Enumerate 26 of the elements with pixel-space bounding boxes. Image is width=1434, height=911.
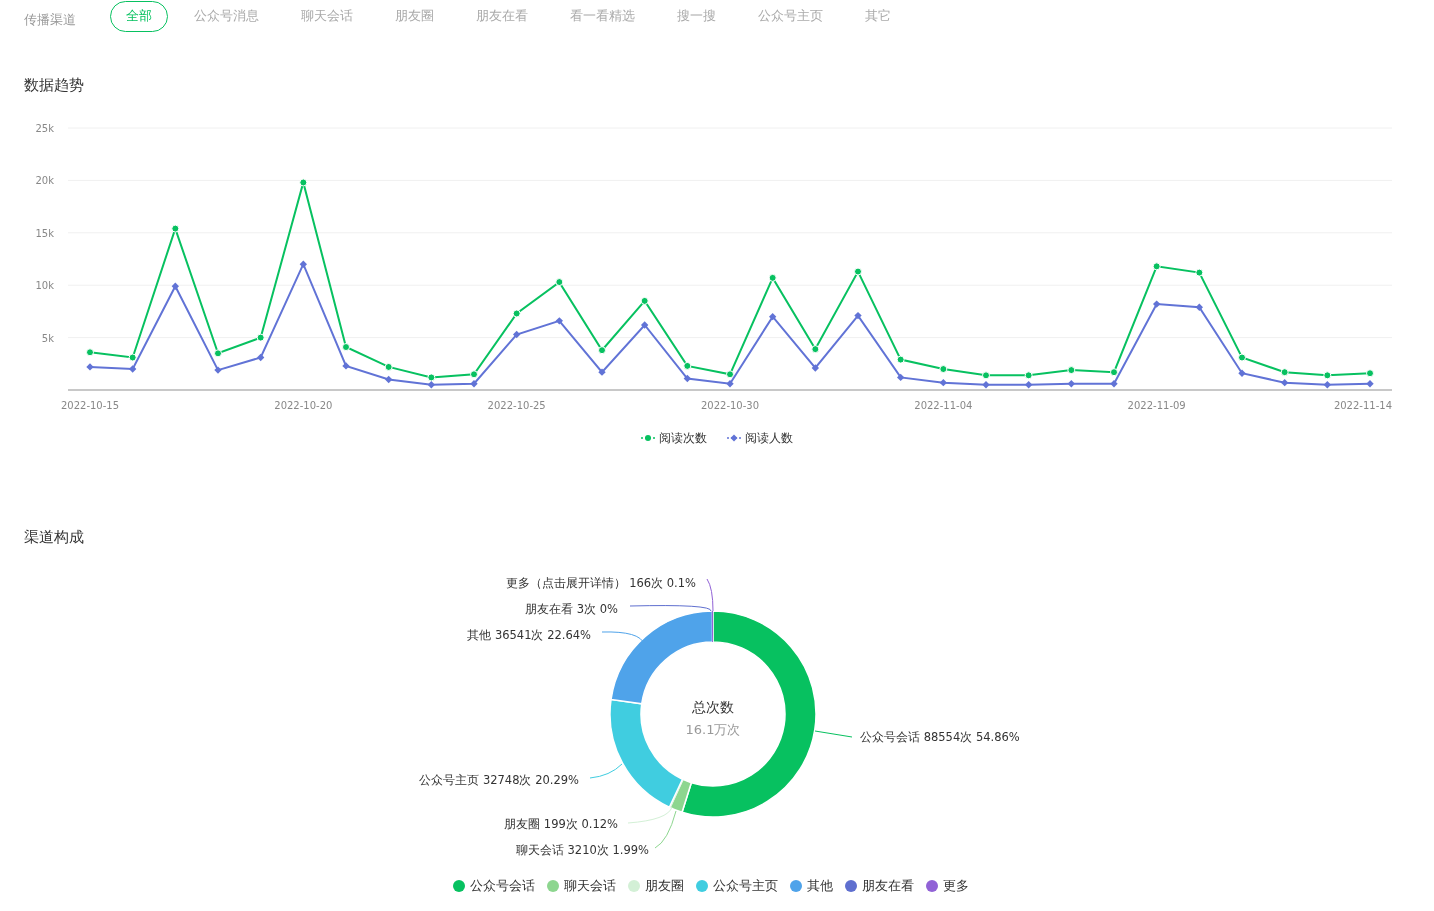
section-title: 渠道构成 bbox=[23, 527, 85, 548]
center-label: 总次数 bbox=[692, 699, 734, 715]
slice-label: 其他 36541次 22.64% bbox=[467, 628, 591, 642]
legend-label: 阅读人数 bbox=[745, 429, 793, 447]
axis-label: 2022-11-14 bbox=[1333, 400, 1392, 411]
axis-label: 5k bbox=[41, 332, 54, 344]
axis-label: 2022-10-20 bbox=[274, 400, 333, 411]
axis-label: 2022-11-09 bbox=[1127, 400, 1186, 411]
axis-label: 2022-11-04 bbox=[914, 400, 973, 411]
axis-label: 25k bbox=[35, 123, 54, 134]
section-title: 数据趋势 bbox=[23, 75, 85, 96]
axis-label: 2022-10-15 bbox=[60, 400, 120, 411]
slice-label: 公众号会话 88554次 54.86% bbox=[860, 730, 1020, 744]
axis-label: 15k bbox=[35, 227, 54, 239]
filter-label: 传播渠道 bbox=[24, 11, 76, 29]
axis-label: 20k bbox=[35, 175, 54, 187]
axis-label: 2022-10-25 bbox=[487, 400, 546, 411]
slice-label: 公众号主页 32748次 20.29% bbox=[419, 773, 579, 787]
slice-label: 聊天会话 3210次 1.99% bbox=[515, 843, 649, 857]
legend-label: 阅读次数 bbox=[659, 429, 707, 447]
slice-label: 更多（点击展开详情） 166次 0.1% bbox=[505, 576, 696, 590]
axis-label: 10k bbox=[35, 280, 54, 292]
slice-label: 朋友圈 199次 0.12% bbox=[504, 817, 618, 831]
axis-label: 2022-10-30 bbox=[700, 400, 760, 411]
slice-label: 朋友在看 3次 0% bbox=[525, 602, 618, 616]
center-value: 16.1万次 bbox=[685, 722, 741, 737]
